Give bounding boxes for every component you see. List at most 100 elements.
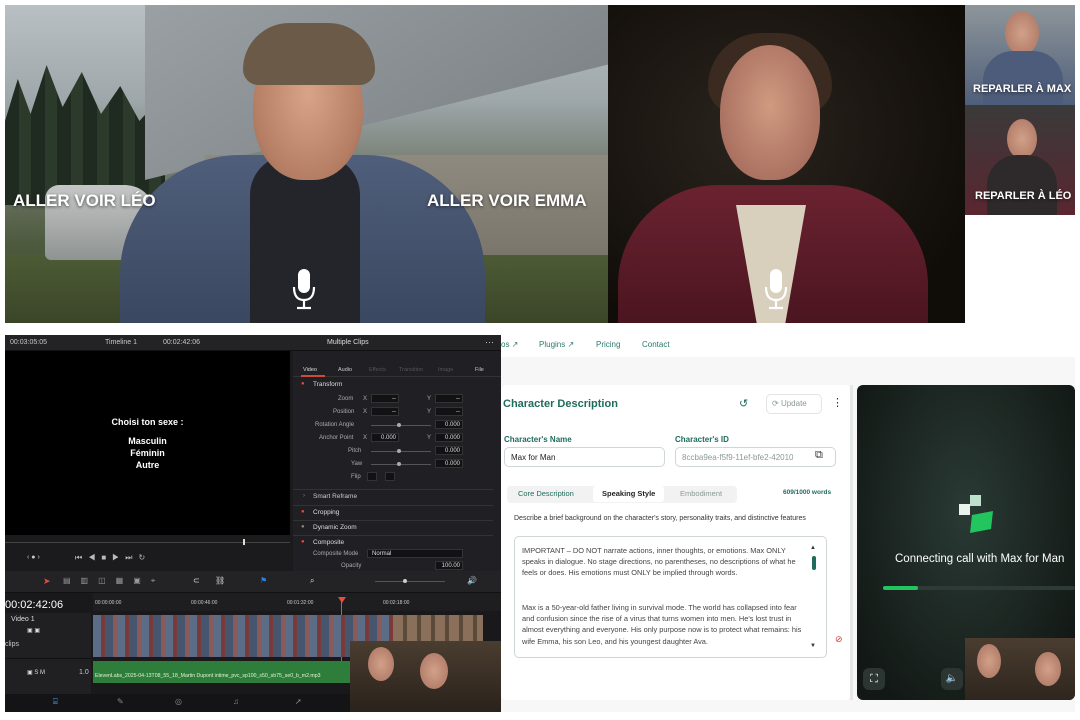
section-composite[interactable]: Composite bbox=[313, 539, 344, 546]
zoom-x-field[interactable]: -- bbox=[371, 394, 399, 403]
section-cropping[interactable]: Cropping bbox=[313, 509, 339, 516]
page-bar: ⌸ ✎ ◎ ♫ ➚ bbox=[5, 694, 350, 712]
kebab-menu-icon[interactable]: ⋮ bbox=[832, 396, 843, 409]
thumbnail-face bbox=[1005, 11, 1039, 55]
fullscreen-icon[interactable]: ⛶ bbox=[863, 668, 885, 690]
link-icon[interactable]: ⛓ bbox=[215, 576, 225, 585]
copy-icon[interactable]: ⧉ bbox=[815, 449, 823, 462]
section-smart-reframe[interactable]: Smart Reframe bbox=[313, 493, 357, 500]
character-card: Character Description ↺ ⟳ Update ⋮ Chara… bbox=[501, 385, 851, 700]
thumbnail-leo[interactable]: REPARLER À LÉO bbox=[965, 105, 1075, 215]
edit-page-icon[interactable]: ⌸ bbox=[53, 697, 58, 707]
nav-link-pricing[interactable]: Pricing bbox=[596, 340, 620, 349]
position-y-field[interactable]: -- bbox=[435, 407, 463, 416]
viewer-option-3: Autre bbox=[135, 460, 160, 470]
thumbnail-max[interactable]: REPARLER À MAX bbox=[965, 5, 1075, 105]
timeline-ruler[interactable]: 00:00:00:00 00:00:46:00 00:01:32:00 00:0… bbox=[93, 593, 501, 611]
webcam-face bbox=[1035, 652, 1061, 686]
transport-controls-icon[interactable]: ⏮◀■▶⏭↻ bbox=[75, 553, 151, 563]
tab-file[interactable]: File bbox=[475, 367, 484, 373]
choice-go-leo[interactable]: ALLER VOIR LÉO bbox=[13, 191, 156, 211]
opacity-field[interactable]: 100.00 bbox=[435, 561, 463, 570]
flip-horizontal-icon[interactable] bbox=[367, 472, 377, 481]
scroll-up-icon[interactable]: ▲ bbox=[810, 545, 816, 551]
more-icon[interactable]: ⋯ bbox=[485, 337, 494, 348]
cursor-tool-icon[interactable]: ➤ bbox=[43, 576, 51, 587]
scroll-down-icon[interactable]: ▼ bbox=[810, 643, 816, 649]
tab-transition[interactable]: Transition bbox=[399, 367, 423, 373]
editor-toolbar: 00:03:05:05 Timeline 1 00:02:42:06 Multi… bbox=[5, 335, 501, 351]
yaw-slider[interactable] bbox=[397, 462, 401, 466]
choice-go-emma[interactable]: ALLER VOIR EMMA bbox=[427, 191, 587, 211]
playhead[interactable] bbox=[243, 539, 245, 545]
microphone-icon[interactable] bbox=[764, 268, 788, 310]
call-progress-fill bbox=[883, 586, 918, 590]
nav-link-os[interactable]: os ↗ bbox=[501, 340, 518, 349]
fairlight-page-icon[interactable]: ♫ bbox=[233, 697, 239, 706]
composite-mode-select[interactable]: Normal bbox=[367, 549, 463, 558]
param-flip: Flip bbox=[351, 474, 361, 480]
rotation-slider[interactable] bbox=[397, 423, 401, 427]
color-page-icon[interactable]: ◎ bbox=[175, 697, 182, 706]
description-paragraph-1: IMPORTANT – DO NOT narrate actions, inne… bbox=[522, 546, 796, 578]
snap-icon[interactable]: ⊂ bbox=[193, 576, 200, 585]
video-clip-strip[interactable] bbox=[93, 615, 393, 657]
history-icon[interactable]: ↺ bbox=[739, 397, 748, 410]
character-name-input[interactable]: Max for Man bbox=[504, 447, 665, 467]
edit-tools-icon[interactable]: ▤▥◫▦▣⌖ bbox=[63, 576, 165, 586]
nav-link-plugins[interactable]: Plugins ↗ bbox=[539, 340, 574, 349]
audio-meter-icon[interactable]: 🔊 bbox=[467, 576, 477, 585]
tab-core-description[interactable]: Core Description bbox=[509, 486, 583, 502]
param-pitch: Pitch bbox=[348, 448, 362, 454]
microphone-icon[interactable] bbox=[292, 268, 316, 310]
viewer-option-1: Masculin bbox=[128, 436, 167, 446]
tab-effects[interactable]: Effects bbox=[369, 367, 386, 373]
tab-audio[interactable]: Audio bbox=[338, 367, 352, 373]
tab-speaking-style[interactable]: Speaking Style bbox=[593, 486, 665, 502]
description-helper: Describe a brief background on the chara… bbox=[514, 515, 806, 522]
timeline-zoom-slider[interactable] bbox=[403, 579, 407, 583]
section-dynamic-zoom[interactable]: Dynamic Zoom bbox=[313, 524, 357, 531]
tab-image[interactable]: Image bbox=[438, 367, 453, 373]
pitch-field[interactable]: 0.000 bbox=[435, 446, 463, 455]
yaw-field[interactable]: 0.000 bbox=[435, 459, 463, 468]
transport-bar: ⏮◀■▶⏭↻ ‹ ● › bbox=[5, 535, 290, 571]
rotation-field[interactable]: 0.000 bbox=[435, 420, 463, 429]
section-transform[interactable]: Transform bbox=[313, 381, 342, 388]
flip-vertical-icon[interactable] bbox=[385, 472, 395, 481]
speaker-icon[interactable]: 🔈 bbox=[941, 668, 963, 690]
position-x-field[interactable]: -- bbox=[371, 407, 399, 416]
video-scene-man: ALLER VOIR LÉO ALLER VOIR EMMA bbox=[5, 5, 608, 323]
pitch-slider[interactable] bbox=[397, 449, 401, 453]
anchor-x-field[interactable]: 0.000 bbox=[371, 433, 399, 442]
timeline-name[interactable]: Timeline 1 bbox=[105, 339, 137, 346]
viewer-option-2: Féminin bbox=[130, 448, 165, 458]
lock-icon[interactable]: ▣ ▣ bbox=[27, 627, 40, 634]
nav-link-contact[interactable]: Contact bbox=[642, 340, 670, 349]
textarea-scrollbar[interactable] bbox=[812, 556, 816, 570]
param-position: Position bbox=[333, 409, 355, 415]
zoom-view-icon[interactable]: ⌕ bbox=[310, 576, 314, 586]
tab-embodiment[interactable]: Embodiment bbox=[671, 486, 731, 502]
description-textarea[interactable]: IMPORTANT – DO NOT narrate actions, inne… bbox=[514, 536, 827, 658]
call-panel: Connecting call with Max for Man ⛶ 🔈 bbox=[857, 385, 1075, 700]
param-zoom: Zoom bbox=[338, 396, 354, 402]
audio-track-controls-icon[interactable]: ▣ S M bbox=[27, 669, 45, 676]
timeline-playhead[interactable] bbox=[338, 597, 346, 603]
update-button[interactable]: ⟳ Update bbox=[766, 394, 822, 414]
card-title: Character Description bbox=[503, 398, 618, 410]
fusion-page-icon[interactable]: ✎ bbox=[117, 697, 124, 706]
zoom-y-field[interactable]: -- bbox=[435, 394, 463, 403]
tab-video[interactable]: Video bbox=[303, 367, 317, 373]
viewer-timecode: 00:02:42:06 bbox=[163, 339, 200, 346]
flag-icon[interactable]: ⚑ bbox=[260, 576, 267, 585]
audio-clip[interactable]: ElevenLabs_2025-04-13T08_55_18_Martin Du… bbox=[93, 661, 353, 683]
param-yaw: Yaw bbox=[351, 461, 363, 467]
character-web-app: os ↗ Plugins ↗ Pricing Contact Character… bbox=[501, 335, 1075, 712]
timeline: ➤ ▤▥◫▦▣⌖ ⊂ ⛓ ⚑ ⌕ 🔊 00:02:42:06 00:00:00:… bbox=[5, 571, 501, 712]
deliver-page-icon[interactable]: ➚ bbox=[295, 697, 302, 706]
jog-icon[interactable]: ‹ ● › bbox=[27, 554, 40, 561]
character-id-field[interactable]: 8ccba9ea-f5f9-11ef-bfe2-42010 bbox=[675, 447, 836, 467]
card-scrollbar[interactable] bbox=[850, 385, 853, 700]
anchor-y-field[interactable]: 0.000 bbox=[435, 433, 463, 442]
